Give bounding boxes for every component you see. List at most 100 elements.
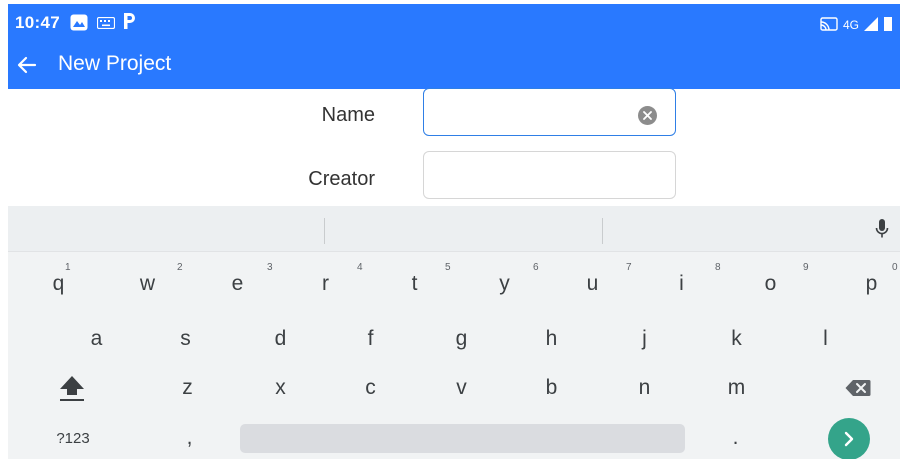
key-d[interactable]: d [263,317,298,361]
key-m[interactable]: m [719,366,754,410]
key-label: g [455,327,468,350]
key-label: v [456,376,467,399]
status-bar: 10:47 4G [8,4,900,42]
key-label: t [411,272,418,295]
key-hint: 5 [445,262,451,273]
cast-icon [820,16,838,34]
key-label: c [365,376,376,399]
creator-input[interactable] [423,151,676,199]
key-hint: 6 [533,262,539,273]
key-w[interactable]: 2w [130,256,183,312]
key-label: k [731,327,742,350]
key-label: h [545,327,558,350]
key-label: f [367,327,374,350]
key-o[interactable]: 9o [753,256,809,312]
app-screen: 10:47 4G New Project Name Creator 1 q 2 … [8,4,900,459]
key-j[interactable]: j [627,317,662,361]
key-v[interactable]: v [444,366,479,410]
key-c[interactable]: c [353,366,388,410]
network-type: 4G [842,18,859,32]
arrow-back-icon [17,56,37,74]
mic-icon [875,219,889,238]
key-t[interactable]: 5t [397,256,451,312]
key-label: j [642,327,647,350]
key-n[interactable]: n [627,366,662,410]
key-l[interactable]: l [808,317,843,361]
key-r[interactable]: 4r [308,256,363,312]
key-u[interactable]: 7u [575,256,632,312]
key-label: b [545,376,558,399]
symbols-key[interactable]: ?123 [48,418,98,458]
page-title: New Project [58,52,172,75]
key-label: d [274,327,287,350]
key-hint: 8 [715,262,721,273]
key-y[interactable]: 6y [487,256,538,312]
app-bar: New Project [8,42,900,89]
suggestion-divider [602,218,603,244]
key-hint: 4 [357,262,363,273]
key-label: o [764,272,777,295]
backspace-icon [845,380,871,396]
key-a[interactable]: a [79,317,114,361]
creator-label: Creator [308,168,375,190]
key-label: i [679,272,684,295]
key-hint: 1 [65,262,71,273]
shift-key[interactable] [47,366,97,410]
period-key[interactable]: . [718,418,753,458]
key-label: n [638,376,651,399]
key-label: r [322,272,329,295]
key-label: s [180,327,191,350]
key-label: u [586,272,599,295]
key-label: m [727,376,746,399]
key-x[interactable]: x [263,366,298,410]
key-e[interactable]: 3e [220,256,273,312]
battery-icon [884,16,892,34]
key-label: p [865,272,878,295]
name-label: Name [321,104,375,126]
spacebar[interactable] [240,424,685,453]
key-label: a [90,327,103,350]
suggestion-divider [324,218,325,244]
back-button[interactable] [12,50,42,80]
enter-arrow-icon [844,431,854,447]
key-z[interactable]: z [170,366,205,410]
key-label: x [275,376,286,399]
key-label: . [732,426,739,449]
key-h[interactable]: h [534,317,569,361]
key-p[interactable]: 0p [854,256,898,312]
comma-key[interactable]: , [172,418,207,458]
key-hint: 0 [892,262,898,273]
key-hint: 9 [803,262,809,273]
key-label: z [182,376,193,399]
key-f[interactable]: f [353,317,388,361]
key-label: e [231,272,244,295]
key-i[interactable]: 8i [664,256,720,312]
gallery-app-icon [70,14,88,36]
suggestion-strip [8,206,900,252]
key-label: ?123 [56,429,90,447]
status-time: 10:47 [15,13,60,32]
backspace-key[interactable] [836,366,880,410]
p-app-icon [122,11,136,36]
status-indicators: 4G [820,16,892,34]
voice-input-button[interactable] [870,216,894,242]
key-label: w [139,272,156,295]
key-hint: 7 [626,262,632,273]
key-g[interactable]: g [444,317,479,361]
key-hint: 2 [177,262,183,273]
key-label: y [499,272,510,295]
key-label: q [52,272,65,295]
shift-icon [60,376,84,401]
soft-keyboard: 1q 2w 3e 4r 5t 6y 7u 8i 9o 0p a s d f g … [8,206,900,459]
key-label: , [186,426,193,449]
key-k[interactable]: k [719,317,754,361]
clear-name-button[interactable] [638,106,657,125]
enter-button[interactable] [828,418,870,459]
clear-icon [643,111,652,120]
key-label: l [823,327,828,350]
keyboard-notification-icon [96,16,116,34]
key-s[interactable]: s [168,317,203,361]
key-q[interactable]: 1q [41,256,76,312]
key-b[interactable]: b [534,366,569,410]
signal-icon [864,16,879,34]
